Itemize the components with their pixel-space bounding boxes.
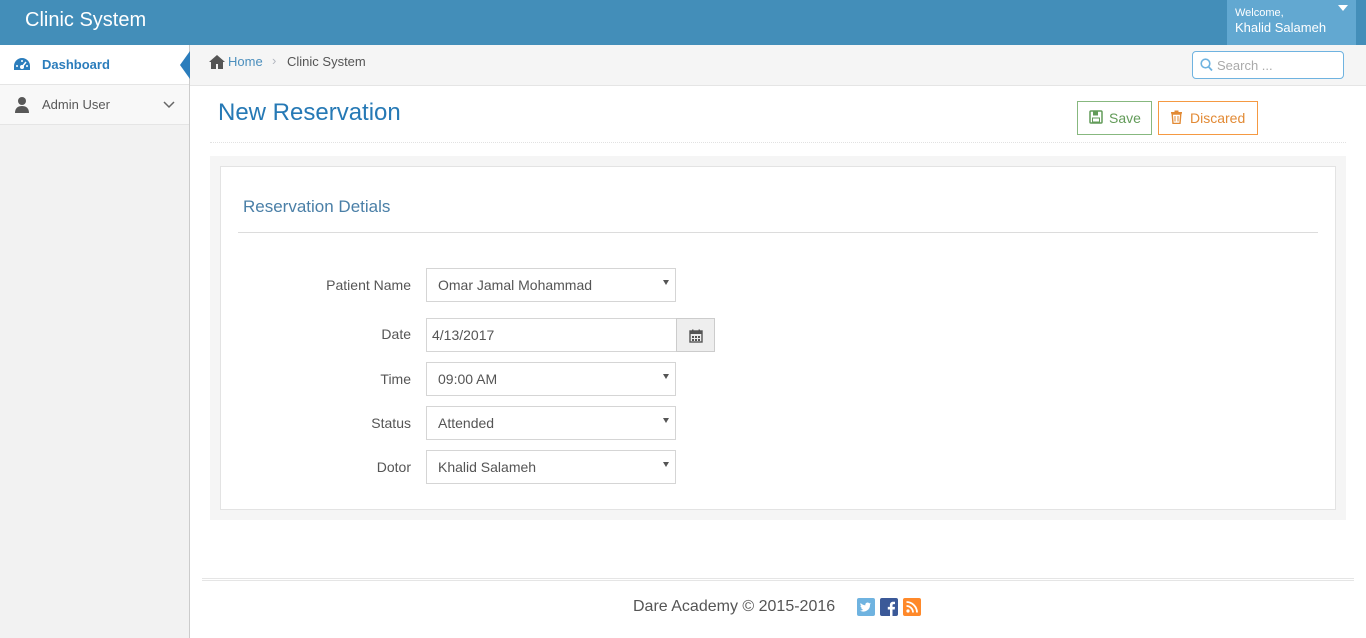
- status-label: Status: [371, 415, 411, 431]
- save-icon: [1089, 110, 1103, 124]
- panel-title: Reservation Detials: [243, 197, 391, 216]
- patient-name-select[interactable]: Omar Jamal Mohammad: [426, 268, 676, 302]
- header-divider: [210, 142, 1346, 143]
- sidebar-item-label: Admin User: [42, 97, 110, 112]
- panel-divider: [238, 232, 1318, 233]
- doctor-select[interactable]: Khalid Salameh: [426, 450, 676, 484]
- user-icon: [15, 97, 29, 113]
- top-navbar: Clinic System Welcome, Khalid Salameh: [0, 0, 1366, 45]
- doctor-value: Khalid Salameh: [438, 459, 537, 475]
- user-menu[interactable]: Welcome, Khalid Salameh: [1227, 0, 1356, 45]
- time-select[interactable]: 09:00 AM: [426, 362, 676, 396]
- breadcrumb: Home › Clinic System: [190, 45, 1366, 86]
- search-icon: [1200, 58, 1213, 72]
- dropdown-arrow-icon: [663, 374, 669, 379]
- dashboard-icon: [14, 58, 30, 70]
- sidebar-item-dashboard[interactable]: Dashboard: [0, 45, 190, 85]
- dropdown-arrow-icon: [663, 418, 669, 423]
- time-value: 09:00 AM: [438, 371, 498, 387]
- time-label: Time: [380, 371, 411, 387]
- sidebar: Dashboard Admin User: [0, 45, 190, 638]
- doctor-label: Dotor: [376, 459, 411, 475]
- breadcrumb-separator-icon: ›: [272, 53, 277, 68]
- patient-name-label: Patient Name: [326, 277, 411, 293]
- sidebar-item-admin-user[interactable]: Admin User: [0, 85, 189, 125]
- status-value: Attended: [438, 415, 495, 431]
- chevron-down-icon: [163, 101, 175, 109]
- trash-icon: [1171, 110, 1182, 124]
- search-box: [1192, 51, 1344, 79]
- save-button[interactable]: Save: [1077, 101, 1152, 135]
- calendar-button[interactable]: [676, 318, 715, 352]
- facebook-icon[interactable]: [880, 598, 898, 616]
- date-label: Date: [381, 326, 411, 342]
- search-input[interactable]: [1217, 56, 1337, 74]
- caret-down-icon: [1338, 5, 1348, 11]
- save-button-label: Save: [1109, 110, 1141, 126]
- twitter-icon[interactable]: [857, 598, 875, 616]
- breadcrumb-home-link[interactable]: Home: [228, 54, 263, 69]
- patient-name-value: Omar Jamal Mohammad: [438, 277, 593, 293]
- footer-divider: [202, 578, 1354, 581]
- rss-icon[interactable]: [903, 598, 921, 616]
- user-name: Khalid Salameh: [1235, 20, 1327, 35]
- home-icon: [209, 55, 225, 69]
- dropdown-arrow-icon: [663, 462, 669, 467]
- status-select[interactable]: Attended: [426, 406, 676, 440]
- discard-button-label: Discared: [1190, 110, 1246, 126]
- dropdown-arrow-icon: [663, 280, 669, 285]
- calendar-icon: [689, 329, 703, 343]
- discard-button[interactable]: Discared: [1158, 101, 1258, 135]
- app-brand[interactable]: Clinic System: [25, 9, 146, 32]
- breadcrumb-current: Clinic System: [287, 54, 366, 69]
- page-title: New Reservation: [218, 99, 401, 126]
- date-input[interactable]: [426, 318, 677, 352]
- sidebar-item-label: Dashboard: [42, 57, 110, 72]
- footer-copyright: Dare Academy © 2015-2016: [633, 598, 836, 615]
